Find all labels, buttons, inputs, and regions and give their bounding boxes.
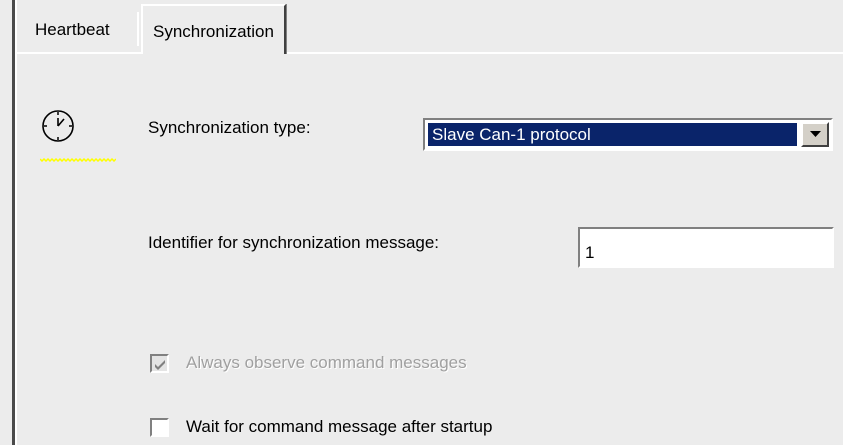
identifier-input[interactable] <box>578 227 834 268</box>
tab-synchronization[interactable]: Synchronization <box>141 4 286 54</box>
always-observe-label: Always observe command messages <box>186 353 467 372</box>
sync-type-select[interactable]: Slave Can-1 protocol <box>423 118 833 151</box>
chevron-down-icon <box>810 131 821 137</box>
tab-divider <box>137 12 139 46</box>
dropdown-button[interactable] <box>801 122 829 147</box>
window-frame-highlight <box>15 0 17 445</box>
clock-icon <box>42 110 74 142</box>
wait-for-command-label: Wait for command message after startup <box>186 417 493 436</box>
sync-type-selected-value[interactable]: Slave Can-1 protocol <box>428 123 797 146</box>
sync-type-label: Synchronization type: <box>148 118 311 137</box>
wait-for-command-checkbox[interactable] <box>150 418 169 437</box>
tab-heartbeat[interactable]: Heartbeat <box>25 12 120 46</box>
tab-strip: Heartbeat Synchronization <box>17 0 843 54</box>
identifier-label: Identifier for synchronization message: <box>148 233 440 252</box>
always-observe-checkbox[interactable] <box>150 354 169 373</box>
checkmark-icon <box>155 360 165 370</box>
clock-underline-decoration <box>40 158 116 162</box>
